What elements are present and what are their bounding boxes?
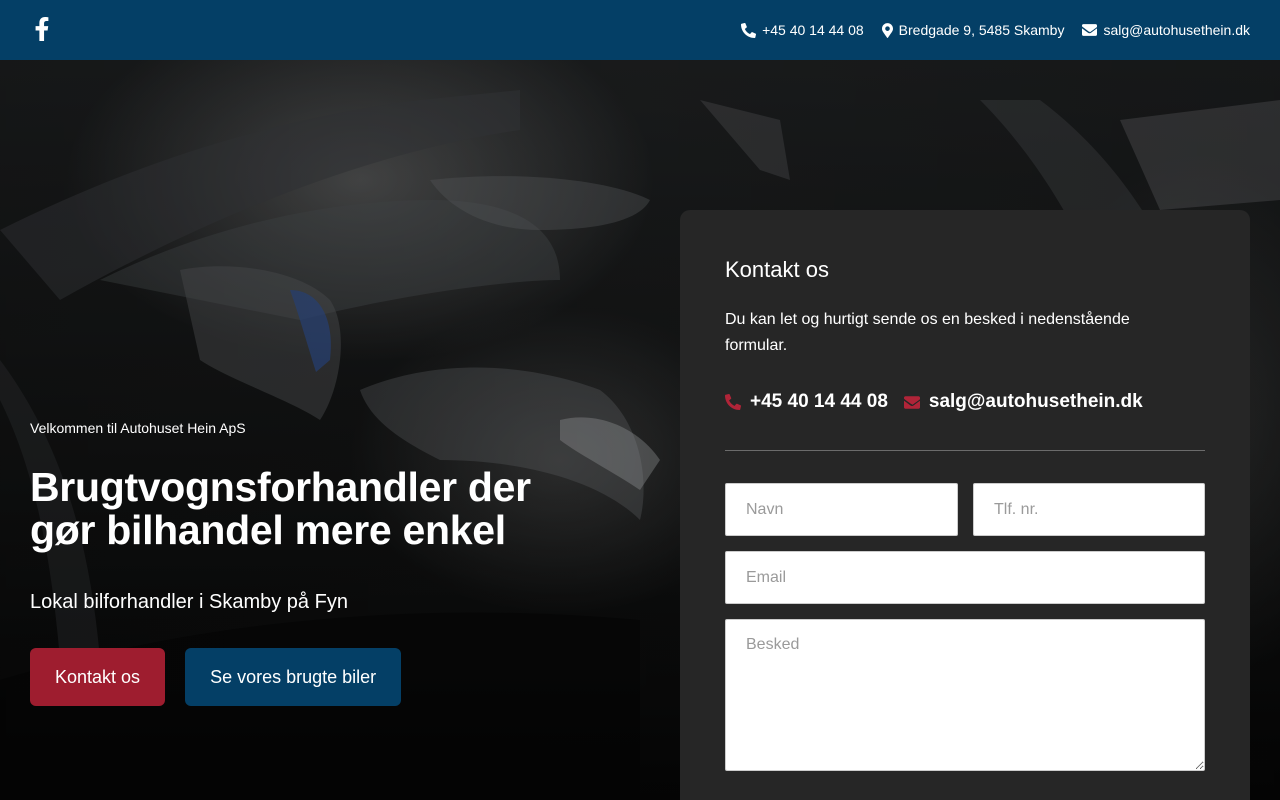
contact-card-title: Kontakt os xyxy=(725,257,829,282)
card-email-text: salg@autohusethein.dk xyxy=(928,391,1143,412)
top-phone-text: +45 40 14 44 08 xyxy=(762,22,864,38)
top-bar: +45 40 14 44 08 Bredgade 9, 5485 Skamby … xyxy=(0,0,1280,60)
top-phone-link[interactable]: +45 40 14 44 08 xyxy=(741,22,864,38)
phone-icon xyxy=(725,394,741,410)
envelope-icon xyxy=(903,395,920,409)
envelope-icon xyxy=(1082,24,1098,36)
message-textarea[interactable] xyxy=(725,619,1205,771)
card-phone-text: +45 40 14 44 08 xyxy=(750,391,888,412)
contact-card-links: +45 40 14 44 08 salg@autohusethein.dk xyxy=(725,391,1143,413)
hero-eyebrow: Velkommen til Autohuset Hein ApS xyxy=(30,420,246,436)
hero-text-block: Velkommen til Autohuset Hein ApS Brugtvo… xyxy=(30,420,630,706)
email-input[interactable] xyxy=(725,551,1205,604)
hero-headline-line-2: gør bilhandel mere enkel xyxy=(30,507,506,553)
card-email-link[interactable]: salg@autohusethein.dk xyxy=(903,391,1143,413)
contact-card-divider xyxy=(725,450,1205,451)
top-email-text: salg@autohusethein.dk xyxy=(1103,22,1250,38)
hero-subheadline: Lokal bilforhandler i Skamby på Fyn xyxy=(30,591,348,613)
top-address-link[interactable]: Bredgade 9, 5485 Skamby xyxy=(881,22,1065,38)
top-email-link[interactable]: salg@autohusethein.dk xyxy=(1082,22,1250,38)
contact-form-card: Kontakt os Du kan let og hurtigt sende o… xyxy=(680,210,1250,800)
phone-icon xyxy=(741,22,757,38)
contact-card-intro: Du kan let og hurtigt sende os en besked… xyxy=(725,311,1130,354)
card-phone-link[interactable]: +45 40 14 44 08 xyxy=(725,391,888,413)
hero-headline: Brugtvognsforhandler der gør bilhandel m… xyxy=(30,466,630,552)
facebook-icon[interactable] xyxy=(34,17,50,41)
hero-headline-line-1: Brugtvognsforhandler der xyxy=(30,464,531,510)
used-cars-button[interactable]: Se vores brugte biler xyxy=(185,648,402,706)
top-address-text: Bredgade 9, 5485 Skamby xyxy=(898,22,1065,38)
contact-us-button[interactable]: Kontakt os xyxy=(30,648,166,706)
map-marker-icon xyxy=(881,22,893,38)
name-input[interactable] xyxy=(725,483,958,536)
top-contact-list: +45 40 14 44 08 Bredgade 9, 5485 Skamby … xyxy=(741,0,1250,60)
phone-input[interactable] xyxy=(973,483,1205,536)
hero-button-group: Kontakt os Se vores brugte biler xyxy=(30,648,630,706)
